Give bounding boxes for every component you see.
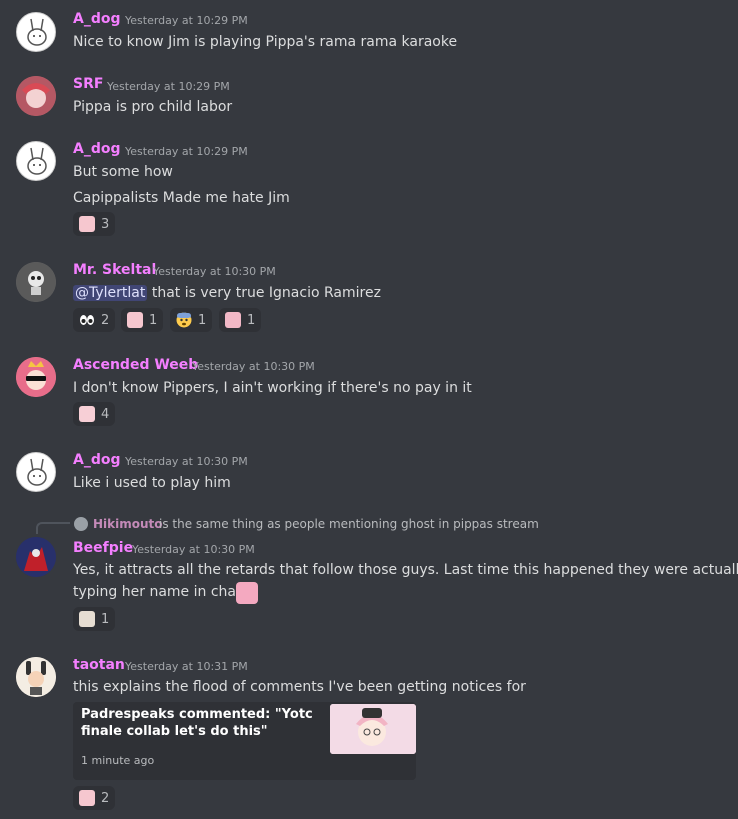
pippa-sad-icon bbox=[225, 312, 241, 328]
message-text: Yes, it attracts all the retards that fo… bbox=[73, 562, 738, 578]
username[interactable]: A_dog bbox=[73, 11, 121, 27]
message-text: But some how bbox=[73, 164, 173, 180]
timestamp: Yesterday at 10:30 PM bbox=[192, 360, 315, 373]
message-text: typing her name in chat. bbox=[73, 584, 246, 600]
embed-time: 1 minute ago bbox=[81, 754, 155, 767]
reaction-pippa-face[interactable]: 1 bbox=[121, 308, 164, 332]
pippa-face-icon bbox=[127, 312, 143, 328]
message-text: Capippalists Made me hate Jim bbox=[73, 190, 290, 206]
reaction-eyes[interactable]: 2 bbox=[73, 308, 116, 332]
timestamp: Yesterday at 10:29 PM bbox=[125, 145, 248, 158]
message-text: this explains the flood of comments I've… bbox=[73, 679, 526, 695]
message-body: that is very true Ignacio Ramirez bbox=[147, 285, 381, 301]
reaction-count: 2 bbox=[101, 312, 110, 328]
avatar-taotan[interactable] bbox=[16, 657, 56, 697]
reaction-count: 1 bbox=[198, 312, 207, 328]
avatar-ascended-weeb[interactable] bbox=[16, 357, 56, 397]
avatar-mr-skeltal[interactable] bbox=[16, 262, 56, 302]
message-text: I don't know Pippers, I ain't working if… bbox=[73, 380, 472, 396]
fearful-face-icon bbox=[176, 312, 192, 328]
reaction-count: 2 bbox=[101, 790, 110, 806]
reaction-fearful-face[interactable]: 1 bbox=[170, 308, 213, 332]
embed-title[interactable]: Padrespeaks commented: "Yotc finale coll… bbox=[81, 706, 321, 740]
timestamp: Yesterday at 10:30 PM bbox=[132, 543, 255, 556]
username[interactable]: SRF bbox=[73, 76, 103, 92]
username[interactable]: Beefpie bbox=[73, 540, 133, 556]
eyes-icon bbox=[79, 312, 95, 328]
reaction-count: 1 bbox=[247, 312, 256, 328]
username[interactable]: Mr. Skeltal bbox=[73, 262, 156, 278]
username[interactable]: A_dog bbox=[73, 141, 121, 157]
pippa-face-icon bbox=[79, 216, 95, 232]
reaction-pippa-crown[interactable]: 4 bbox=[73, 402, 116, 426]
avatar-srf[interactable] bbox=[16, 76, 56, 116]
timestamp: Yesterday at 10:30 PM bbox=[153, 265, 276, 278]
embed-thumbnail[interactable] bbox=[330, 704, 416, 754]
reply-preview[interactable]: is the same thing as people mentioning g… bbox=[159, 517, 539, 531]
username[interactable]: Ascended Weeb bbox=[73, 357, 198, 373]
pippa-crown-icon bbox=[79, 406, 95, 422]
reaction-count: 1 bbox=[149, 312, 158, 328]
reaction-pippa-face[interactable]: 3 bbox=[73, 212, 116, 236]
username[interactable]: A_dog bbox=[73, 452, 121, 468]
message-text: Nice to know Jim is playing Pippa's rama… bbox=[73, 34, 458, 50]
reply-username[interactable]: Hikimouto bbox=[93, 517, 163, 531]
timestamp: Yesterday at 10:31 PM bbox=[125, 660, 248, 673]
reaction-pippa-face[interactable]: 2 bbox=[73, 786, 116, 810]
reaction-bunny[interactable]: 1 bbox=[73, 607, 116, 631]
bunny-icon bbox=[79, 611, 95, 627]
message-text: Pippa is pro child labor bbox=[73, 99, 233, 115]
reaction-pippa-sad[interactable]: 1 bbox=[219, 308, 262, 332]
avatar-a-dog[interactable] bbox=[16, 12, 56, 52]
username[interactable]: taotan bbox=[73, 657, 125, 673]
message-text: Like i used to play him bbox=[73, 475, 231, 491]
avatar-a-dog[interactable] bbox=[16, 452, 56, 492]
reaction-count: 1 bbox=[101, 611, 110, 627]
timestamp: Yesterday at 10:29 PM bbox=[107, 80, 230, 93]
pippa-emoji-icon bbox=[236, 582, 258, 604]
user-mention[interactable]: @Tylertlat bbox=[73, 285, 148, 301]
reply-avatar-icon bbox=[74, 517, 88, 531]
pippa-face-icon bbox=[79, 790, 95, 806]
message-text: @Tylertlat that is very true Ignacio Ram… bbox=[73, 285, 381, 301]
link-embed[interactable]: Padrespeaks commented: "Yotc finale coll… bbox=[73, 702, 416, 780]
timestamp: Yesterday at 10:29 PM bbox=[125, 14, 248, 27]
timestamp: Yesterday at 10:30 PM bbox=[125, 455, 248, 468]
reaction-count: 3 bbox=[101, 216, 110, 232]
reaction-count: 4 bbox=[101, 406, 110, 422]
avatar-a-dog[interactable] bbox=[16, 141, 56, 181]
avatar-beefpie[interactable] bbox=[16, 537, 56, 577]
reply-connector bbox=[36, 522, 70, 534]
